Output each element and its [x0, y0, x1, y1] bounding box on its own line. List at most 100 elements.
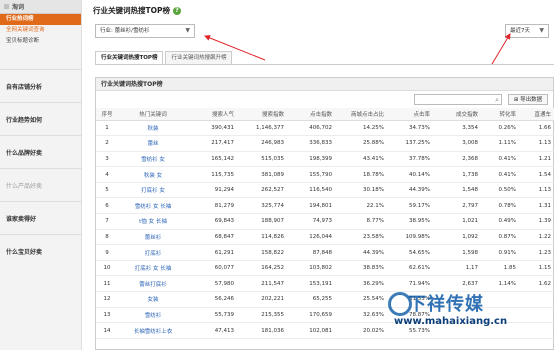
keyword-link[interactable]: t恤 女 长袖 [118, 213, 188, 230]
industry-select[interactable]: 行业: 蕾丝衫/雪纺衫 ▼ [95, 24, 195, 38]
column-header[interactable]: 搜索指数 [238, 108, 288, 121]
table-cell: 158,822 [238, 244, 288, 261]
sidebar-section-products[interactable]: 什么产品好卖 [0, 168, 81, 201]
table-cell: 57,980 [188, 275, 238, 293]
keyword-link[interactable]: 秋装 女 [118, 166, 188, 183]
tab-divider [95, 64, 554, 65]
table-cell: 109.98% [388, 229, 434, 246]
keyword-link[interactable]: 打底衫 女 长袖 [118, 260, 188, 277]
table-cell: 325,774 [238, 197, 288, 215]
table-cell: 1.66 [520, 120, 554, 137]
keyword-link[interactable]: 蕾丝打底衫 [118, 275, 188, 293]
table-cell: 336,833 [288, 135, 336, 152]
table-cell: 8.77% [336, 213, 388, 230]
help-icon[interactable]: ? [173, 7, 181, 15]
table-row[interactable]: 8 蕾丝衫 68,847 114,826 126,044 23.58% 109.98% 1,0… [96, 229, 554, 246]
sidebar-section-sellers[interactable]: 谁家卖得好 [0, 201, 81, 234]
table-cell: 181,036 [238, 322, 288, 339]
table-cell: 0.87% [482, 229, 520, 246]
tab-rising-list[interactable]: 行业关键词热搜飙升榜 [165, 51, 233, 64]
sidebar-section-items[interactable]: 什么宝贝好卖 [0, 234, 81, 267]
period-select[interactable]: 最近7天 ▼ [505, 24, 549, 38]
table-cell: 13 [96, 307, 118, 324]
table-cell: 246,983 [238, 135, 288, 152]
column-header[interactable]: 转化率 [482, 108, 520, 121]
table-cell: 137.25% [388, 135, 434, 152]
keyword-link[interactable]: 雪纺衫 [118, 307, 188, 324]
sidebar-header-label: 淘词 [12, 4, 25, 11]
keyword-link[interactable]: 长袖雪纺衫上衣 [118, 322, 188, 339]
table-row[interactable]: 9 打底衫 61,291 158,822 87,848 44.39% 54.65% 1,598… [96, 244, 554, 261]
table-cell: 91,294 [188, 182, 238, 199]
table-cell: 62.61% [388, 260, 434, 277]
column-header[interactable]: 热门关键词 [118, 108, 188, 121]
table-cell: 126,044 [288, 229, 336, 246]
table-cell: 34.73% [388, 120, 434, 137]
table-cell: 0.78% [482, 197, 520, 215]
column-header[interactable]: 直通车 [520, 108, 554, 121]
column-header[interactable]: 序号 [96, 108, 118, 121]
column-header[interactable]: 成交指数 [434, 108, 482, 121]
table-row[interactable]: 6 雪纺衫 女 长袖 81,279 325,774 194,801 22.1% 59.17%… [96, 197, 554, 215]
table-row[interactable]: 2 蕾丝 217,417 246,983 336,833 25.88% 137.25% 3,0… [96, 135, 554, 152]
export-button[interactable]: ⊞ 导出数据 [508, 94, 548, 105]
table-cell: 0.50% [482, 182, 520, 199]
table-cell: 1,092 [434, 229, 482, 246]
table-cell: 3 [96, 151, 118, 168]
table-row[interactable]: 7 t恤 女 长袖 69,843 188,907 74,973 8.77% 38.95% 1,… [96, 213, 554, 230]
search-icon[interactable]: ⌕ [495, 95, 499, 105]
table-cell: 188,907 [238, 213, 288, 230]
table-cell: 3,008 [434, 135, 482, 152]
sidebar-item-hot-keywords[interactable]: 行业热词榜 [0, 14, 81, 25]
sidebar-section-brands[interactable]: 什么品牌好卖 [0, 135, 81, 168]
table-cell: 2 [96, 135, 118, 152]
tab-top-list[interactable]: 行业关键词热搜TOP榜 [95, 51, 164, 64]
sidebar-item-title-diagnosis[interactable]: 宝贝标题诊断 [0, 36, 81, 47]
table-cell: 1,146,377 [238, 120, 288, 137]
table-cell: 0.41% [482, 166, 520, 183]
search-input[interactable]: ⌕ [414, 94, 502, 105]
table-cell: 115,735 [188, 166, 238, 183]
table-cell: 0.49% [482, 213, 520, 230]
column-header[interactable]: 点击率 [388, 108, 434, 121]
table-cell: 56,246 [188, 291, 238, 308]
table-row[interactable]: 1 秋装 390,431 1,146,377 406,702 14.25% 34.73% 3,… [96, 120, 554, 137]
column-header[interactable]: 点击指数 [288, 108, 336, 121]
table-cell: 6 [96, 197, 118, 215]
keyword-link[interactable]: 雪纺衫 女 长袖 [118, 197, 188, 215]
table-cell: 68,847 [188, 229, 238, 246]
table-row[interactable]: 10 打底衫 女 长袖 60,077 164,252 103,802 38.83% 62.6… [96, 260, 554, 277]
table-cell: 1.23 [520, 244, 554, 261]
table-row[interactable]: 3 雪纺衫 女 165,142 515,035 198,399 43.41% 37.78% 2… [96, 151, 554, 168]
keyword-link[interactable]: 女装 [118, 291, 188, 308]
table-cell: 215,355 [238, 307, 288, 324]
table-cell: 23.58% [336, 229, 388, 246]
keyword-link[interactable]: 蕾丝 [118, 135, 188, 152]
sidebar-section-industry-trend[interactable]: 行业趋势如何 [0, 102, 81, 135]
keyword-link[interactable]: 打底衫 [118, 244, 188, 261]
table-cell: 38.95% [388, 213, 434, 230]
keyword-link[interactable]: 蕾丝衫 [118, 229, 188, 246]
table-cell: 170,659 [288, 307, 336, 324]
table-row[interactable]: 4 秋装 女 115,735 381,089 155,790 18.78% 40.14% 1,… [96, 166, 554, 183]
table-row[interactable]: 5 打底衫 女 91,294 262,527 116,540 30.18% 44.39% 1,… [96, 182, 554, 199]
table-cell: 406,702 [288, 120, 336, 137]
column-header[interactable]: 搜索人气 [188, 108, 238, 121]
table-cell: 54.65% [388, 244, 434, 261]
keyword-link[interactable]: 雪纺衫 女 [118, 151, 188, 168]
sidebar-item-keyword-query[interactable]: 全网关键词查询 [0, 25, 81, 36]
export-icon: ⊞ [513, 97, 519, 103]
export-label: 导出数据 [520, 97, 543, 103]
table-cell: 2,797 [434, 197, 482, 215]
table-cell: 55,739 [188, 307, 238, 324]
sidebar-header[interactable]: 淘词 [0, 0, 81, 14]
keyword-link[interactable]: 打底衫 女 [118, 182, 188, 199]
table-cell: 44.39% [336, 244, 388, 261]
industry-select-value: 行业: 蕾丝衫/雪纺衫 [100, 28, 150, 34]
table-cell: 8 [96, 229, 118, 246]
table-cell: 0.91% [482, 244, 520, 261]
table-cell: 1,598 [434, 244, 482, 261]
column-header[interactable]: 商城点击占比 [336, 108, 388, 121]
keyword-link[interactable]: 秋装 [118, 120, 188, 137]
sidebar-section-store-analysis[interactable]: 自有店铺分析 [0, 69, 81, 102]
